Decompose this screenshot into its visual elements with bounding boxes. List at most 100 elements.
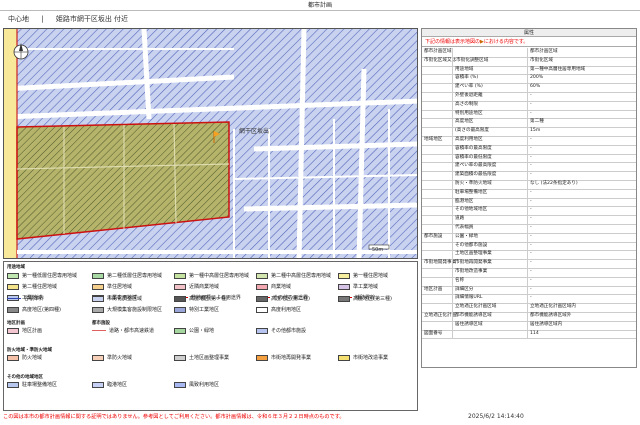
attribute-label: 道路 (455, 216, 465, 222)
legend-swatch (7, 298, 21, 299)
legend-swatch (256, 283, 268, 290)
disclaimer-text: この図は本市の都市計画情報に関する証明ではありません。参考図としてご利用ください… (3, 414, 345, 420)
legend-label: 準住居地域 (107, 284, 133, 290)
attribute-value: - (530, 198, 532, 204)
legend-item: 第一種低層住居専用地域 (7, 271, 77, 280)
attribute-value: - (530, 154, 532, 160)
legend-label: 高度利用地区 (271, 307, 302, 313)
legend-label: 臨港地区 (107, 382, 128, 388)
legend-label: 市街地再開発事業 (271, 355, 312, 361)
attribute-title: 属性 (422, 29, 636, 37)
legend-item: 大規模集客施設制限地区 (92, 305, 162, 314)
legend-swatch (7, 272, 19, 279)
legend-label: 高度地区(第一種) (189, 296, 228, 302)
legend-swatch (256, 295, 268, 302)
legend-label: 高度地区(第二種) (271, 296, 310, 302)
legend-label: 高度地区(第三種) (353, 296, 392, 302)
address-text: 姫路市網干区坂出 付近 (55, 15, 129, 23)
attribute-label: 高度利用地区 (455, 137, 483, 142)
attribute-label: 容積率の最低限度 (455, 154, 492, 160)
legend-item: 第一種住居地域 (338, 271, 388, 280)
legend-label: 容積率界 (24, 296, 45, 302)
legend-item: 準工業地域 (338, 282, 378, 291)
legend-item: 特別工業地区 (174, 305, 219, 314)
legend-label: 近隣商業地域 (189, 284, 220, 290)
attribute-label: 高度地区 (455, 119, 474, 125)
attribute-value: 第二種 (530, 119, 544, 125)
attribute-value: - (530, 286, 532, 292)
legend-swatch (174, 306, 186, 313)
attribute-value: 立地適正化計画区域内 (530, 304, 576, 310)
legend-item: 第二種低層住居専用地域 (92, 271, 162, 280)
attribute-value: 都市計画区域 (530, 49, 558, 54)
legend-item: 土地区画整理事業 (174, 353, 229, 362)
legend-item: 第二種住居地域 (7, 282, 57, 291)
attribute-value: - (530, 251, 532, 257)
attribute-label: 土地区画整理事業 (455, 251, 492, 257)
attribute-label: 容積率 (%) (455, 75, 479, 81)
attribute-label: 臨港地区 (455, 198, 474, 204)
legend-item: 高度地区(第四種) (7, 305, 61, 314)
legend-label: 準防火地域 (107, 355, 133, 361)
attribute-group-label: 地域地区 (424, 137, 443, 142)
legend-label: 商業地域 (271, 284, 292, 290)
attribute-value: - (530, 269, 532, 274)
map-canvas[interactable]: 網干区坂出 50m (4, 29, 418, 259)
attribute-label: その他地域地区 (455, 207, 488, 213)
map-view[interactable]: 網干区坂出 50m (3, 28, 418, 259)
attribute-label: 市街地改造事業 (455, 269, 488, 274)
attribute-label: 居住誘導区域 (455, 321, 483, 327)
attribute-value: - (530, 145, 532, 151)
legend-item: 公園・緑地 (174, 326, 214, 335)
legend-swatch (92, 295, 104, 302)
legend-label: 大規模集客施設制限地区 (107, 307, 163, 313)
attribute-label: 市街化区域又は市街化調整区域 (424, 57, 489, 63)
timestamp: 2025/6/2 14:14:40 (468, 413, 524, 420)
attribute-label: 詳細区分 (455, 286, 474, 292)
legend-item: 市街地再開発事業 (256, 353, 311, 362)
legend-item: 近隣商業地域 (174, 282, 219, 291)
legend-label: 第二種中高層住居専用地域 (271, 273, 332, 279)
attribute-value: なし (法22条指定あり) (530, 181, 578, 186)
legend-zoning-title: 用途地域 (7, 265, 25, 270)
legend-item: 風致利用地区 (174, 380, 219, 389)
attribute-label: 名称 (455, 277, 465, 283)
attribute-group-label: 地区計画 (424, 286, 443, 292)
attribute-value: 15m (530, 128, 541, 134)
attribute-value: - (530, 295, 532, 301)
attribute-group-label: 都市施設 (424, 233, 443, 239)
legend-label: 風致利用地区 (189, 382, 220, 388)
legend-label: 第一種中高層住居専用地域 (189, 273, 250, 279)
legend-label: 駐車場整備地区 (22, 382, 58, 388)
map-place-label: 網干区坂出 (239, 127, 269, 135)
legend-item: 高度利用地区 (256, 305, 301, 314)
attribute-label: 図面番号 (424, 330, 443, 336)
legend-swatch (92, 272, 104, 279)
attribute-label: 立地適正化計画区域 (455, 304, 497, 310)
attribute-label: 特別用途地区 (455, 110, 483, 116)
attribute-value: - (530, 93, 532, 98)
attribute-label: 高さの制限 (455, 101, 478, 107)
attribute-panel: 属性 下記の情報は表示地図の▶における内容です。 都市計画区域 都市計画区域 市街化… (421, 28, 637, 368)
attribute-value: - (530, 216, 532, 222)
legend-label: 第二種住居地域 (22, 284, 58, 290)
legend-item: 市街化調整区域 (92, 294, 142, 303)
attribute-value: - (530, 277, 532, 283)
attribute-value: - (530, 163, 532, 169)
legend-item: 臨港地区 (92, 380, 127, 389)
attribute-label: 公園・緑地 (455, 233, 478, 239)
legend-swatch (92, 283, 104, 290)
legend-label: 土地区画整理事業 (189, 355, 230, 361)
attribute-label: 用途地域 (455, 66, 474, 72)
attribute-value: - (530, 137, 532, 142)
attribute-label: 建築面積の最低限度 (455, 172, 497, 178)
attribute-label: 容積率の最高限度 (455, 145, 492, 151)
legend-label: 道路・都市高速鉄道 (109, 328, 155, 334)
legend-label: 公園・緑地 (189, 328, 215, 334)
legend-label: その他都市施設 (271, 328, 307, 334)
attribute-label: 市街地再開発事業 (455, 260, 492, 266)
legend-label: 市街化調整区域 (107, 296, 143, 302)
attribute-value: 114 (530, 330, 539, 336)
attribute-label: 都市機能誘導区域 (455, 313, 492, 318)
legend-swatch (256, 354, 268, 361)
